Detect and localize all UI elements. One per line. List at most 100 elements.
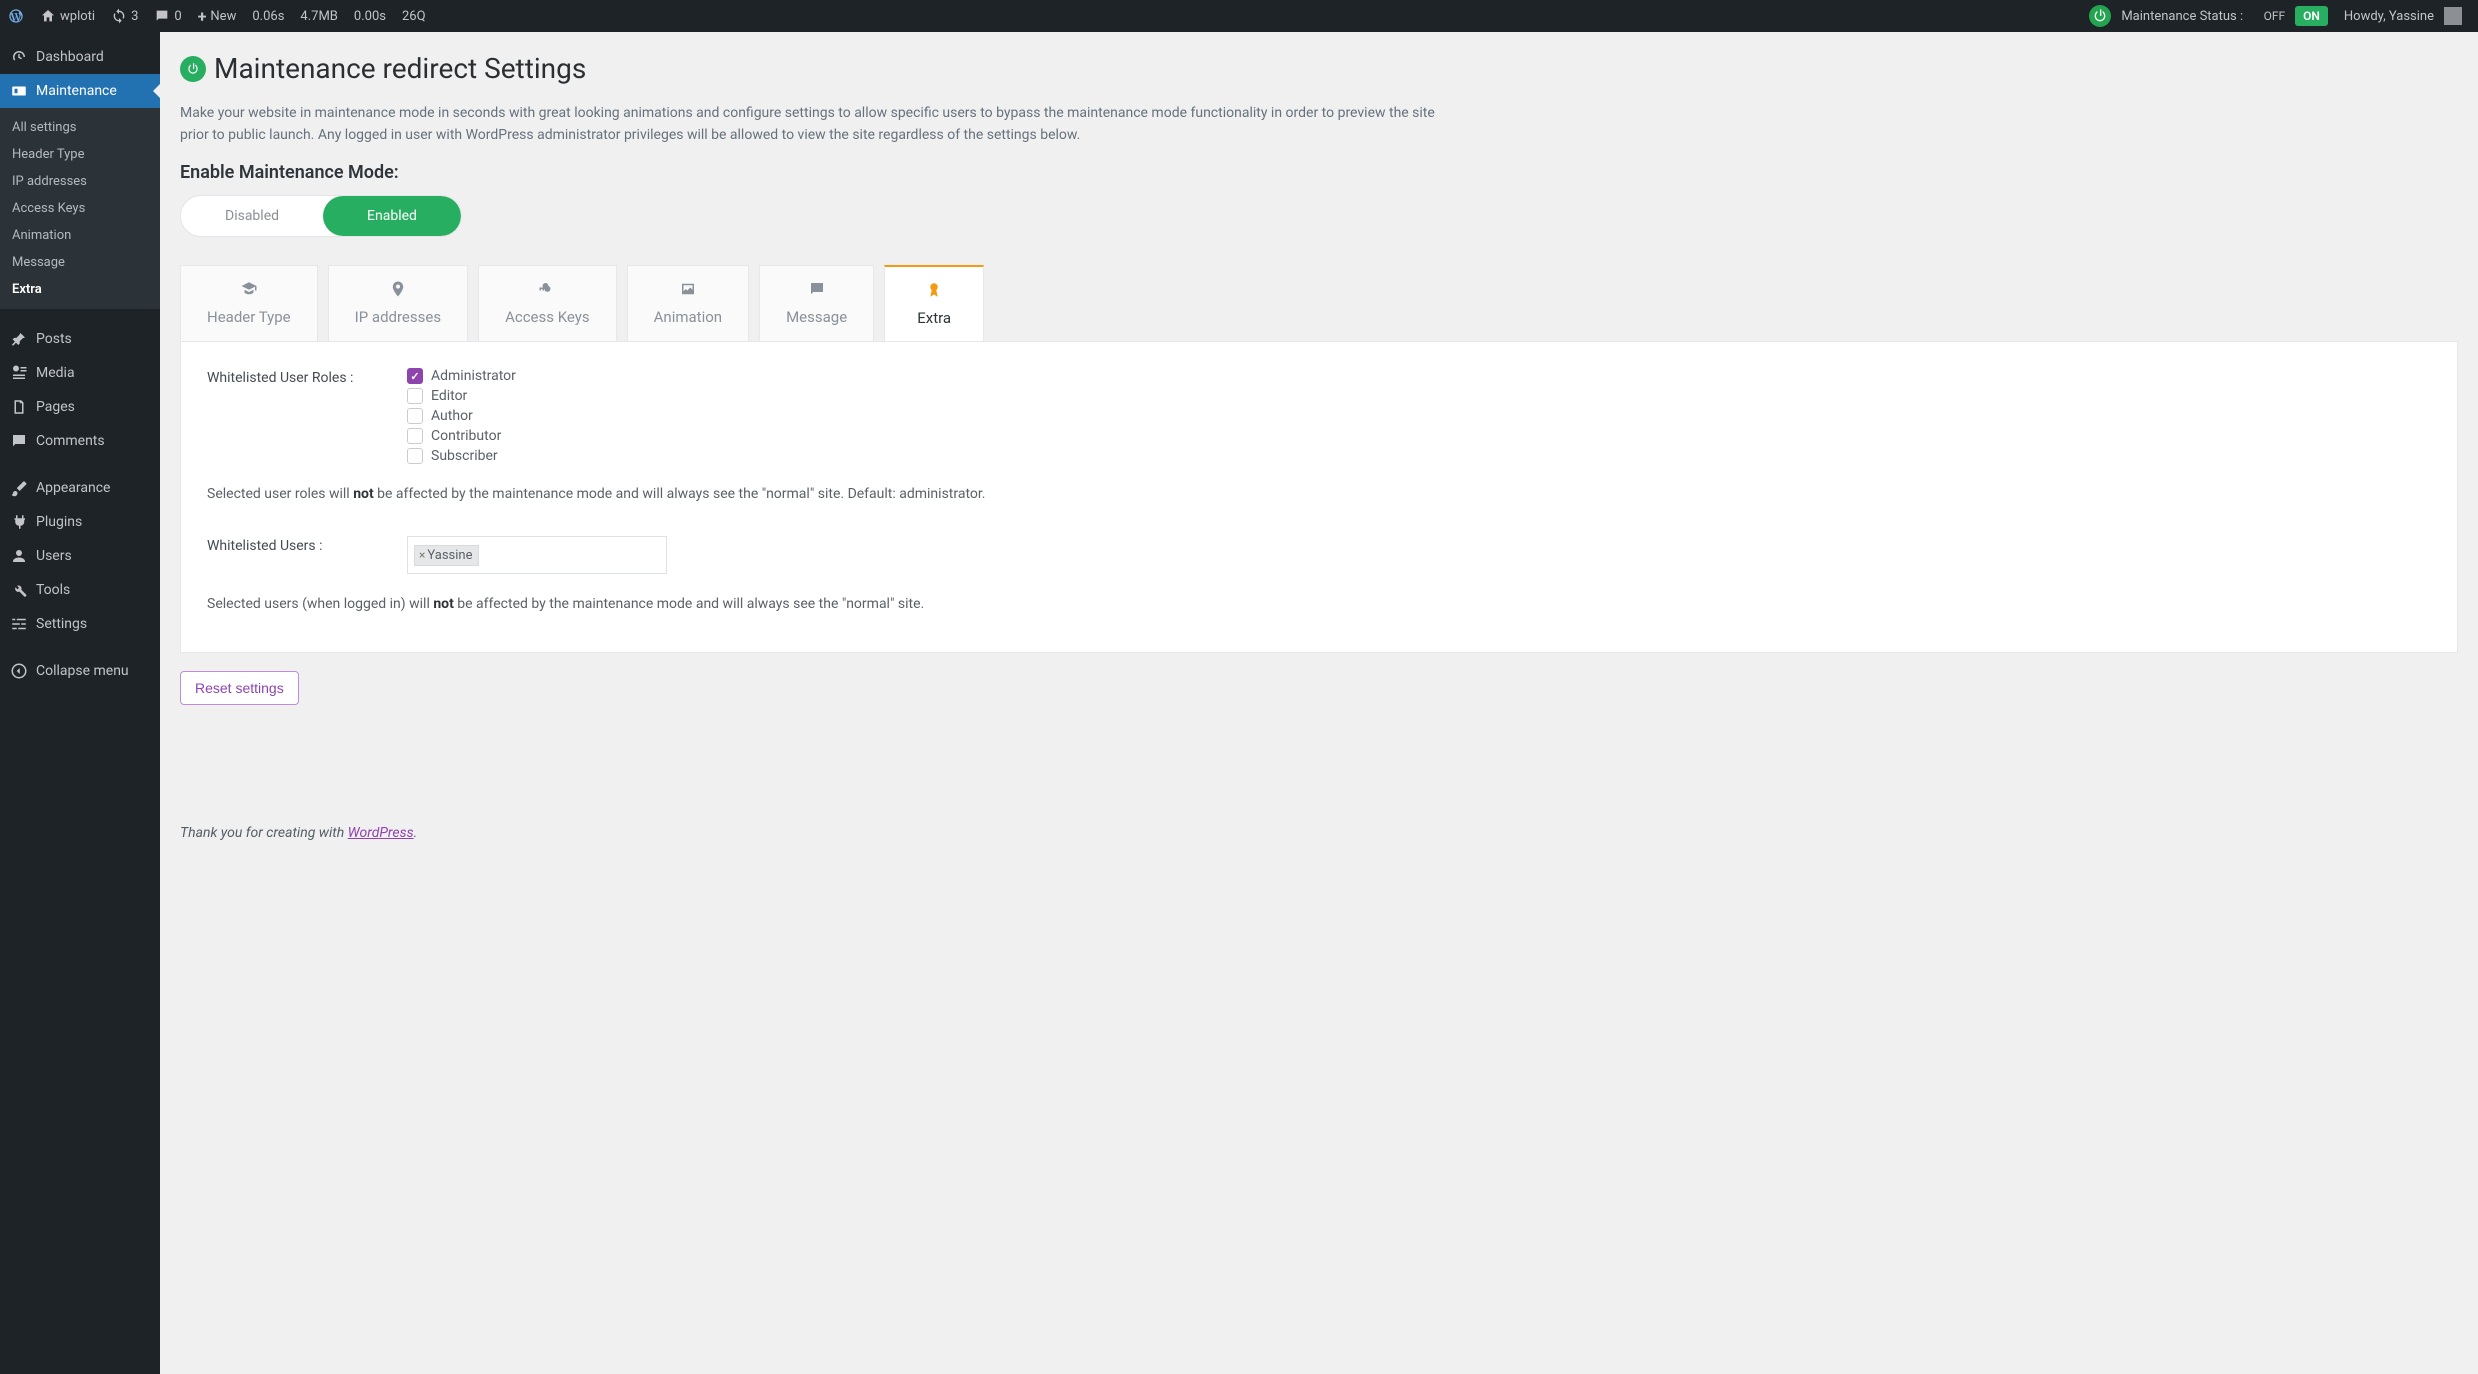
sidebar-item-users[interactable]: Users <box>0 539 160 573</box>
media-icon <box>10 364 28 382</box>
admin-sidebar: Dashboard Maintenance All settings Heade… <box>0 32 160 1374</box>
checkbox-icon[interactable] <box>407 408 423 424</box>
updates-count: 3 <box>131 9 138 24</box>
admin-bar: wploti 3 0 + New 0.06s 4.7MB 0.00s 26Q M… <box>0 0 2478 32</box>
page-description: Make your website in maintenance mode in… <box>180 103 1460 146</box>
roles-checkbox-list: Administrator Editor Author Contributor <box>407 368 516 464</box>
enable-toggle: Disabled Enabled <box>180 195 462 237</box>
main-content: Maintenance redirect Settings Make your … <box>160 32 2478 1374</box>
wordpress-link[interactable]: WordPress <box>348 825 414 841</box>
enable-label: Enable Maintenance Mode: <box>180 162 2458 183</box>
sidebar-item-tools[interactable]: Tools <box>0 573 160 607</box>
sub-item-extra[interactable]: Extra <box>0 276 160 303</box>
plug-icon <box>10 513 28 531</box>
chat-icon <box>808 280 826 302</box>
tab-ip-addresses[interactable]: IP addresses <box>328 265 468 341</box>
user-icon <box>10 547 28 565</box>
sidebar-item-appearance[interactable]: Appearance <box>0 471 160 505</box>
sidebar-item-comments[interactable]: Comments <box>0 424 160 458</box>
users-help-text: Selected users (when logged in) will not… <box>207 596 2431 612</box>
role-contributor[interactable]: Contributor <box>407 428 516 444</box>
sidebar-item-dashboard[interactable]: Dashboard <box>0 40 160 74</box>
sliders-icon <box>10 615 28 633</box>
perf-queries[interactable]: 26Q <box>394 0 434 32</box>
whitelisted-users-input[interactable]: × Yassine <box>407 536 667 574</box>
roles-label: Whitelisted User Roles : <box>207 368 367 386</box>
sidebar-item-maintenance[interactable]: Maintenance <box>0 74 160 108</box>
sub-item-message[interactable]: Message <box>0 249 160 276</box>
sidebar-submenu-maintenance: All settings Header Type IP addresses Ac… <box>0 108 160 309</box>
sidebar-item-pages[interactable]: Pages <box>0 390 160 424</box>
collapse-icon <box>10 662 28 680</box>
pin-icon <box>10 330 28 348</box>
new-link[interactable]: + New <box>190 0 245 32</box>
updates-link[interactable]: 3 <box>103 0 146 32</box>
settings-tabs: Header Type IP addresses Access Keys Ani… <box>180 265 2458 341</box>
perf-time2[interactable]: 0.00s <box>346 0 394 32</box>
page-title: Maintenance redirect Settings <box>214 52 586 85</box>
site-name: wploti <box>60 9 95 24</box>
power-icon <box>2089 5 2111 27</box>
status-off[interactable]: OFF <box>2258 9 2292 23</box>
toggle-enabled[interactable]: Enabled <box>323 196 461 236</box>
howdy-text: Howdy, Yassine <box>2344 9 2434 24</box>
sub-item-ip-addresses[interactable]: IP addresses <box>0 168 160 195</box>
sidebar-item-collapse[interactable]: Collapse menu <box>0 654 160 688</box>
user-tag: × Yassine <box>414 545 479 566</box>
perf-time1[interactable]: 0.06s <box>244 0 292 32</box>
checkbox-icon[interactable] <box>407 428 423 444</box>
power-icon <box>180 56 206 82</box>
sub-item-header-type[interactable]: Header Type <box>0 141 160 168</box>
roles-help-text: Selected user roles will not be affected… <box>207 486 2431 502</box>
tab-message[interactable]: Message <box>759 265 874 341</box>
users-label: Whitelisted Users : <box>207 536 367 554</box>
checkbox-checked-icon[interactable] <box>407 368 423 384</box>
refresh-icon <box>111 8 127 24</box>
checkbox-icon[interactable] <box>407 448 423 464</box>
award-icon <box>925 281 943 303</box>
image-icon <box>679 280 697 302</box>
location-icon <box>389 280 407 302</box>
role-subscriber[interactable]: Subscriber <box>407 448 516 464</box>
sidebar-item-settings[interactable]: Settings <box>0 607 160 641</box>
comments-count: 0 <box>174 9 181 24</box>
sub-item-animation[interactable]: Animation <box>0 222 160 249</box>
avatar <box>2444 7 2462 25</box>
brush-icon <box>10 479 28 497</box>
role-editor[interactable]: Editor <box>407 388 516 404</box>
comments-icon <box>10 432 28 450</box>
maintenance-status-label: Maintenance Status : <box>2121 9 2243 24</box>
sub-item-all-settings[interactable]: All settings <box>0 114 160 141</box>
comments-link[interactable]: 0 <box>146 0 189 32</box>
wrench-icon <box>10 581 28 599</box>
key-icon <box>538 280 556 302</box>
graduation-cap-icon <box>240 280 258 302</box>
perf-mem[interactable]: 4.7MB <box>292 0 346 32</box>
sidebar-item-media[interactable]: Media <box>0 356 160 390</box>
comment-icon <box>154 8 170 24</box>
account-link[interactable]: Howdy, Yassine <box>2336 0 2470 32</box>
reset-settings-button[interactable]: Reset settings <box>180 671 299 705</box>
tab-access-keys[interactable]: Access Keys <box>478 265 617 341</box>
status-on[interactable]: ON <box>2295 6 2328 26</box>
checkbox-icon[interactable] <box>407 388 423 404</box>
plus-icon: + <box>198 7 207 26</box>
maintenance-status[interactable]: Maintenance Status : OFF ON <box>2081 0 2336 32</box>
sidebar-item-posts[interactable]: Posts <box>0 322 160 356</box>
remove-tag-icon[interactable]: × <box>419 548 425 562</box>
tab-header-type[interactable]: Header Type <box>180 265 318 341</box>
sidebar-item-plugins[interactable]: Plugins <box>0 505 160 539</box>
role-administrator[interactable]: Administrator <box>407 368 516 384</box>
dashboard-icon <box>10 48 28 66</box>
site-link[interactable]: wploti <box>32 0 103 32</box>
role-author[interactable]: Author <box>407 408 516 424</box>
sub-item-access-keys[interactable]: Access Keys <box>0 195 160 222</box>
tab-animation[interactable]: Animation <box>627 265 749 341</box>
new-label: New <box>210 9 236 24</box>
footer-note: Thank you for creating with WordPress. <box>180 825 2458 841</box>
tab-extra[interactable]: Extra <box>884 265 984 341</box>
toggle-disabled[interactable]: Disabled <box>181 196 323 236</box>
home-icon <box>40 8 56 24</box>
wordpress-logo-icon[interactable] <box>0 0 32 32</box>
maintenance-icon <box>10 82 28 100</box>
